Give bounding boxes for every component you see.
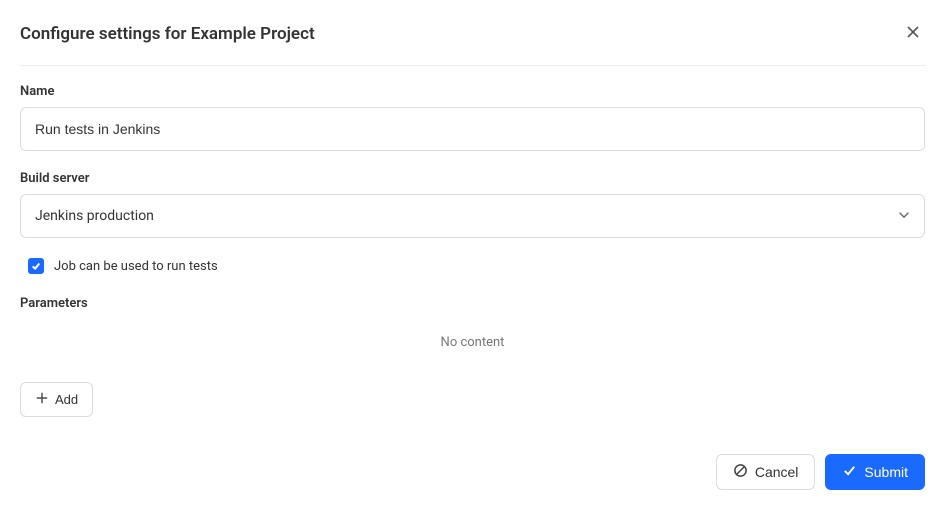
add-button-label: Add (55, 392, 78, 407)
close-icon (905, 24, 921, 43)
build-server-select[interactable]: Jenkins production (20, 194, 925, 238)
run-tests-checkbox-label: Job can be used to run tests (54, 259, 218, 274)
submit-button[interactable]: Submit (825, 454, 925, 490)
build-server-value: Jenkins production (35, 208, 154, 224)
dialog-footer: Cancel Submit (716, 454, 925, 490)
name-field: Name (20, 84, 925, 151)
check-icon (842, 463, 857, 481)
run-tests-checkbox-row: Job can be used to run tests (20, 258, 925, 274)
close-button[interactable] (901, 20, 925, 47)
name-label: Name (20, 84, 925, 99)
build-server-label: Build server (20, 171, 925, 186)
submit-button-label: Submit (864, 464, 908, 480)
run-tests-checkbox[interactable] (28, 258, 44, 274)
cancel-icon (733, 463, 748, 481)
dialog-title: Configure settings for Example Project (20, 24, 315, 44)
parameters-label: Parameters (20, 296, 925, 311)
add-parameter-button[interactable]: Add (20, 382, 93, 417)
no-content-text: No content (20, 335, 925, 350)
cancel-button-label: Cancel (755, 464, 799, 480)
cancel-button[interactable]: Cancel (716, 454, 816, 490)
build-server-field: Build server Jenkins production (20, 171, 925, 238)
plus-icon (35, 391, 49, 408)
dialog-header: Configure settings for Example Project (20, 20, 925, 66)
name-input[interactable] (20, 107, 925, 151)
